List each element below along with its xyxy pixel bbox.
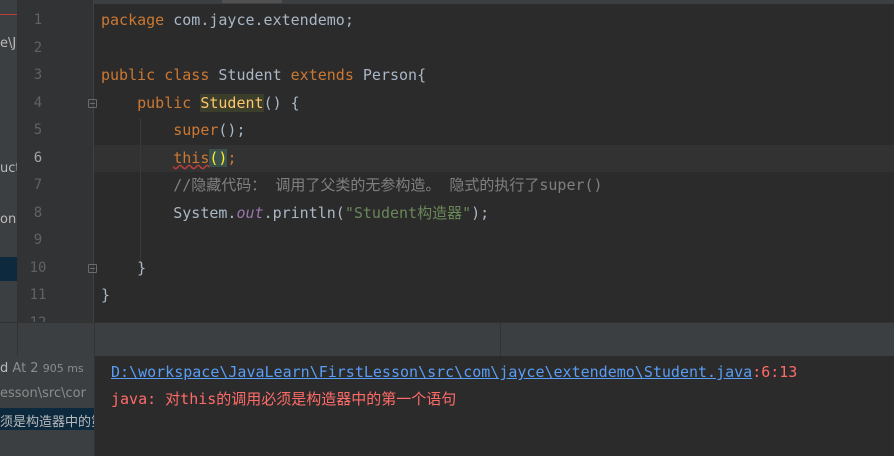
build-tree-item[interactable]: esson\src\cor: [0, 386, 86, 401]
build-duration: 905 ms: [42, 362, 84, 375]
line-number: 8: [33, 205, 43, 221]
code-line-6[interactable]: this();: [101, 145, 236, 172]
keyword: extends: [290, 66, 354, 84]
project-tree-fragment[interactable]: on: [0, 212, 16, 227]
string-literal: "Student构造器": [344, 204, 472, 222]
top-bar: [0, 0, 894, 4]
comment: //隐藏代码： 调用了父类的无参构造。 隐式的执行了super(): [173, 176, 603, 194]
line-number: 4: [33, 95, 43, 111]
fold-icon[interactable]: [88, 99, 97, 108]
superclass-name: Person{: [353, 66, 427, 84]
code-text: .println(: [263, 204, 345, 222]
line-number: 11: [29, 287, 47, 303]
line-number: 1: [33, 12, 43, 28]
project-tree-fragment[interactable]: e\J: [0, 36, 16, 51]
closing-brace: }: [101, 286, 111, 304]
header-cell: [95, 323, 501, 357]
build-tree-item[interactable]: d At 2 905 ms: [0, 361, 84, 376]
class-name: Student: [209, 66, 291, 84]
project-panel-edge[interactable]: e\J uct on: [0, 0, 18, 322]
keyword: super: [173, 121, 219, 139]
code-text: );: [471, 204, 490, 222]
code-line-4[interactable]: public Student() {: [101, 90, 300, 117]
keyword: package: [101, 11, 165, 29]
code-line-7[interactable]: //隐藏代码： 调用了父类的无参构造。 隐式的执行了super(): [101, 172, 603, 199]
build-tool-window: d At 2 905 ms esson\src\cor 须是构造器中的第 D:\…: [0, 356, 894, 456]
line-number: 12: [18, 310, 58, 322]
line-col: :6:13: [752, 363, 798, 381]
keyword: class: [164, 66, 210, 84]
line-number: 10: [29, 260, 47, 276]
line-number: 5: [33, 122, 43, 138]
build-status: d: [0, 361, 9, 376]
code-text: ();: [218, 121, 246, 139]
tool-window-header[interactable]: [0, 322, 894, 357]
fold-icon[interactable]: [88, 264, 97, 273]
build-tree[interactable]: d At 2 905 ms esson\src\cor 须是构造器中的第: [0, 356, 95, 456]
code-line-10[interactable]: }: [101, 255, 146, 282]
matched-parens: (): [209, 149, 228, 167]
code-text: System.: [173, 204, 237, 222]
build-tree-item-selected[interactable]: 须是构造器中的第: [0, 411, 94, 430]
build-output[interactable]: D:\workspace\JavaLearn\FirstLesson\src\c…: [96, 356, 894, 456]
build-time-label: At 2: [12, 361, 39, 376]
code-editor[interactable]: e\J uct on 1 2 3 4 5 6 7 8 9 10 11 12 pa…: [0, 0, 894, 322]
error-marker: [0, 14, 17, 15]
code-line-5[interactable]: super();: [101, 117, 246, 144]
static-field: out: [236, 204, 264, 222]
gutter-separator: [93, 0, 94, 322]
active-tab-indicator: [222, 0, 282, 3]
error-location[interactable]: D:\workspace\JavaLearn\FirstLesson\src\c…: [111, 362, 797, 382]
project-tree-fragment[interactable]: uct: [0, 161, 17, 176]
semicolon: ;: [227, 149, 237, 167]
project-tree-selection[interactable]: [0, 257, 17, 281]
code-line-8[interactable]: System.out.println("Student构造器");: [101, 200, 489, 227]
file-path-link[interactable]: D:\workspace\JavaLearn\FirstLesson\src\c…: [111, 363, 752, 381]
code-text: () {: [263, 94, 300, 112]
closing-brace: }: [137, 259, 147, 277]
keyword: public: [101, 66, 156, 84]
line-number: 9: [33, 232, 43, 248]
header-cell: [18, 323, 95, 357]
header-cell: [0, 323, 18, 357]
keyword: public: [137, 94, 192, 112]
code-line-11[interactable]: }: [101, 282, 110, 309]
line-number: 2: [33, 40, 43, 56]
package-name: com.jayce.extendemo;: [164, 11, 354, 29]
constructor-name: Student: [200, 94, 264, 112]
error-message: java: 对this的调用必须是构造器中的第一个语句: [111, 390, 457, 408]
line-number: 3: [33, 67, 43, 83]
keyword-error: this: [173, 149, 210, 167]
line-number: 7: [33, 177, 43, 193]
code-line-1[interactable]: package com.jayce.extendemo;: [101, 7, 354, 34]
line-number-current: 6: [33, 150, 43, 166]
code-line-3[interactable]: public class Student extends Person{: [101, 62, 426, 89]
